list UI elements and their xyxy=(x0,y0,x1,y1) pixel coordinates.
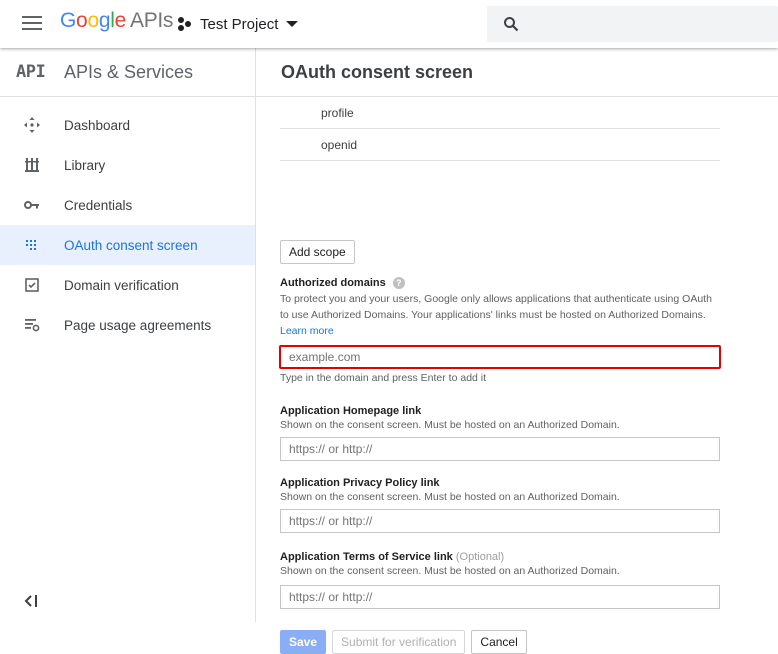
submit-for-verification-button[interactable]: Submit for verification xyxy=(332,630,466,654)
homepage-description: Shown on the consent screen. Must be hos… xyxy=(280,419,620,431)
collapse-sidebar-icon[interactable] xyxy=(24,594,40,608)
privacy-label: Application Privacy Policy link xyxy=(280,477,440,489)
save-button[interactable]: Save xyxy=(280,630,327,654)
terms-section: Application Terms of Service link (Optio… xyxy=(280,551,620,579)
dashboard-icon xyxy=(24,117,40,133)
sidebar-item-domain-verification[interactable]: Domain verification xyxy=(0,265,255,305)
authorized-domains-label: Authorized domains xyxy=(280,277,386,289)
authorized-domain-input[interactable] xyxy=(279,345,721,369)
oauth-icon xyxy=(26,240,36,250)
consent-form: profile openid Add scope Authorized doma… xyxy=(279,97,721,654)
project-selector[interactable]: Test Project xyxy=(178,13,299,35)
sidebar-item-label: Dashboard xyxy=(64,117,131,133)
homepage-section: Application Homepage link Shown on the c… xyxy=(280,405,620,433)
project-name: Test Project xyxy=(200,15,279,33)
scope-row: profile xyxy=(280,97,720,129)
authorized-domain-hint: Type in the domain and press Enter to ad… xyxy=(280,372,487,384)
scope-row: openid xyxy=(280,129,720,161)
sidebar-item-label: Credentials xyxy=(64,197,133,213)
sidebar: API APIs & Services Dashboard Library Cr… xyxy=(0,48,256,622)
search-bar[interactable] xyxy=(487,6,778,42)
terms-description: Shown on the consent screen. Must be hos… xyxy=(280,565,620,577)
google-apis-logo[interactable]: Google APIs xyxy=(60,9,173,33)
learn-more-link[interactable]: Learn more xyxy=(280,325,334,337)
authorized-domains-description: To protect you and your users, Google on… xyxy=(280,293,712,322)
api-icon: API xyxy=(16,62,46,82)
checkbox-icon xyxy=(25,278,39,292)
key-icon xyxy=(24,201,39,209)
library-icon xyxy=(25,158,39,172)
sidebar-item-label: OAuth consent screen xyxy=(64,237,198,253)
authorized-domains-section: Authorized domains ? To protect you and … xyxy=(280,277,720,339)
sidebar-item-dashboard[interactable]: Dashboard xyxy=(0,105,255,145)
terms-label: Application Terms of Service link xyxy=(280,551,453,563)
search-icon[interactable] xyxy=(503,16,519,32)
homepage-input[interactable] xyxy=(280,437,720,461)
sidebar-item-label: Page usage agreements xyxy=(64,317,212,333)
sidebar-item-page-usage-agreements[interactable]: Page usage agreements xyxy=(0,305,255,345)
privacy-policy-input[interactable] xyxy=(280,509,720,533)
page-title: OAuth consent screen xyxy=(281,61,474,82)
help-icon[interactable]: ? xyxy=(392,277,405,290)
caret-down-icon xyxy=(286,21,299,27)
sidebar-item-oauth-consent-screen[interactable]: OAuth consent screen xyxy=(0,225,255,265)
sidebar-header: API APIs & Services xyxy=(0,48,255,97)
sidebar-item-label: Library xyxy=(64,157,106,173)
hamburger-menu-icon[interactable] xyxy=(22,15,42,31)
project-icon xyxy=(178,17,194,31)
page-header: OAuth consent screen xyxy=(256,48,778,97)
cancel-button[interactable]: Cancel xyxy=(471,630,527,654)
privacy-description: Shown on the consent screen. Must be hos… xyxy=(280,491,620,503)
sidebar-item-label: Domain verification xyxy=(64,277,179,293)
optional-label: (Optional) xyxy=(455,551,505,563)
homepage-label: Application Homepage link xyxy=(280,405,422,417)
privacy-section: Application Privacy Policy link Shown on… xyxy=(280,477,620,505)
terms-of-service-input[interactable] xyxy=(280,585,720,609)
settings-list-icon xyxy=(25,319,40,332)
main-content: OAuth consent screen profile openid Add … xyxy=(256,48,778,654)
form-actions: Save Submit for verification Cancel xyxy=(280,630,527,654)
sidebar-nav: Dashboard Library Credentials OAuth cons… xyxy=(0,105,255,345)
sidebar-title: APIs & Services xyxy=(64,61,194,82)
sidebar-item-credentials[interactable]: Credentials xyxy=(0,185,255,225)
add-scope-button[interactable]: Add scope xyxy=(280,240,355,264)
top-app-bar: Google APIs Test Project xyxy=(0,0,778,48)
sidebar-item-library[interactable]: Library xyxy=(0,145,255,185)
